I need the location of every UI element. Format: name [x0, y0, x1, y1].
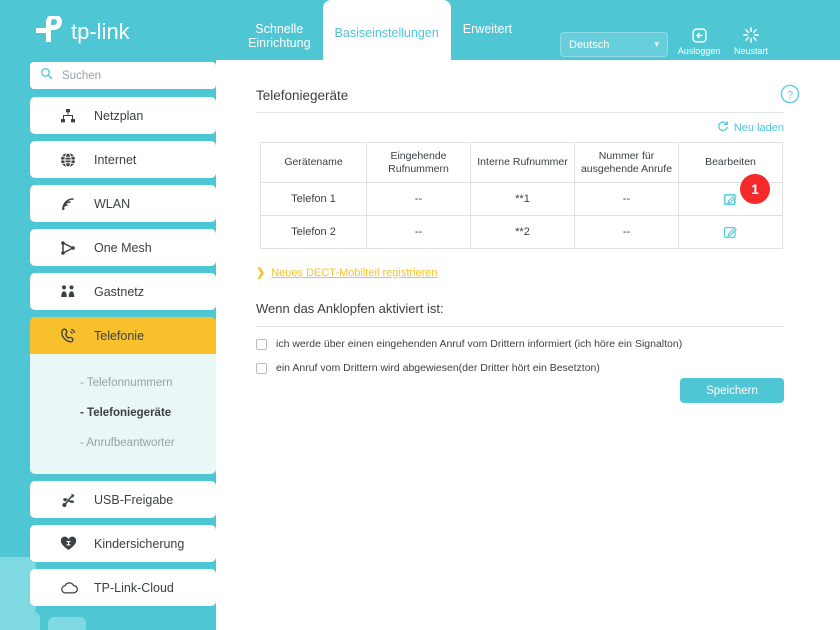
checkbox-reject-third-party[interactable] — [256, 362, 267, 374]
table-header-row: Gerätename Eingehende Rufnummern Interne… — [260, 142, 783, 183]
guest-network-icon — [60, 284, 86, 300]
telephony-devices-table: Gerätename Eingehende Rufnummern Interne… — [260, 142, 783, 249]
table-body: Telefon 1 -- **1 -- Telefon 2 -- **2 -- — [260, 182, 783, 249]
sidebar: Suchen Netzplan Internet WLAN One Mesh G… — [30, 62, 216, 613]
globe-icon — [60, 152, 86, 168]
step-badge-1: 1 — [740, 174, 770, 204]
decorative-shape-left-small — [0, 612, 40, 630]
mesh-icon — [60, 240, 86, 256]
reboot-button[interactable]: Neustart — [724, 26, 778, 56]
logout-label: Ausloggen — [677, 46, 721, 56]
wifi-icon — [60, 196, 86, 212]
cell-edit — [678, 215, 783, 249]
tp-link-wordmark: tp-link — [71, 19, 131, 44]
cell-internal-number: **2 — [470, 215, 575, 249]
cell-internal-number: **1 — [470, 182, 575, 216]
save-button[interactable]: Speichern — [680, 378, 784, 403]
column-header-bearbeiten: Bearbeiten — [678, 142, 783, 183]
sidebar-subitem-anrufbeantworter[interactable]: - Anrufbeantworter — [30, 428, 216, 458]
help-icon[interactable]: ? — [780, 84, 800, 109]
sidebar-item-wlan[interactable]: WLAN — [30, 185, 216, 222]
sidebar-item-label: USB-Freigabe — [94, 492, 174, 507]
column-header-nummer-ausgehende-anrufe: Nummer für ausgehende Anrufe — [574, 142, 679, 183]
logout-button[interactable]: Ausloggen — [672, 26, 726, 56]
tp-link-logo-icon — [36, 16, 62, 42]
column-header-eingehende-rufnummern: Eingehende Rufnummern — [366, 142, 471, 183]
cell-incoming-numbers: -- — [366, 182, 471, 216]
cloud-icon — [60, 581, 86, 595]
cell-device-name: Telefon 1 — [260, 182, 367, 216]
section-title-call-waiting: Wenn das Anklopfen aktiviert ist: — [256, 301, 444, 316]
sidebar-item-telefonie[interactable]: Telefonie — [30, 317, 216, 354]
sidebar-item-label: Kindersicherung — [94, 536, 185, 551]
register-dect-handset-label: Neues DECT-Mobilteil registrieren — [271, 266, 438, 279]
logout-icon — [691, 26, 708, 44]
chevron-right-icon: ❯ — [256, 267, 266, 279]
svg-text:tp-link: tp-link — [71, 19, 131, 44]
parental-control-icon — [60, 536, 86, 552]
tab-erweitert[interactable]: Erweitert — [451, 0, 524, 60]
sidebar-subitem-telefoniegeraete[interactable]: - Telefoniegeräte — [30, 398, 216, 428]
reload-label: Neu laden — [733, 121, 784, 134]
tab-basiseinstellungen[interactable]: Basiseinstellungen — [322, 0, 451, 60]
checkbox-label: ein Anruf vom Drittern wird abgewiesen(d… — [276, 362, 600, 374]
reboot-icon — [742, 26, 760, 44]
search-placeholder: Suchen — [62, 69, 102, 82]
search-icon — [40, 67, 53, 85]
search-input[interactable]: Suchen — [30, 62, 216, 89]
sidebar-item-label: WLAN — [94, 196, 131, 211]
sidebar-item-usb-freigabe[interactable]: USB-Freigabe — [30, 481, 216, 518]
tab-schnelle-einrichtung[interactable]: Schnelle Einrichtung — [236, 0, 323, 60]
sidebar-item-label: Netzplan — [94, 108, 144, 123]
refresh-icon — [717, 120, 729, 135]
network-map-icon — [60, 108, 86, 124]
sidebar-subitem-telefonnummern[interactable]: - Telefonnummern — [30, 368, 216, 398]
cell-device-name: Telefon 2 — [260, 215, 367, 249]
edit-icon[interactable] — [723, 225, 738, 240]
sidebar-item-internet[interactable]: Internet — [30, 141, 216, 178]
svg-text:?: ? — [787, 89, 793, 101]
language-value: Deutsch — [569, 38, 610, 51]
checkbox-row-reject-third-party[interactable]: ein Anruf vom Drittern wird abgewiesen(d… — [256, 362, 600, 374]
decorative-shape-under-sidebar — [48, 617, 86, 630]
table-row: Telefon 1 -- **1 -- — [260, 182, 783, 216]
app-header: tp-link Schnelle Einrichtung Basiseinste… — [0, 0, 840, 60]
sidebar-item-label: Internet — [94, 152, 137, 167]
table-row: Telefon 2 -- **2 -- — [260, 215, 783, 249]
sidebar-item-gastnetz[interactable]: Gastnetz — [30, 273, 216, 310]
tp-link-logo: tp-link — [32, 16, 157, 48]
router-admin-page: tp-link Schnelle Einrichtung Basiseinste… — [0, 0, 840, 630]
reload-button[interactable]: Neu laden — [690, 120, 784, 135]
telefonie-submenu: - Telefonnummern - Telefoniegeräte - Anr… — [30, 354, 216, 474]
cell-outgoing-number: -- — [574, 215, 679, 249]
sidebar-item-label: Gastnetz — [94, 284, 145, 299]
cell-outgoing-number: -- — [574, 182, 679, 216]
sidebar-item-label: One Mesh — [94, 240, 152, 255]
register-dect-handset-link[interactable]: ❯ Neues DECT-Mobilteil registrieren — [256, 266, 438, 280]
main-content-panel: Telefoniegeräte ? Neu laden Gerätename E — [216, 60, 840, 630]
checkbox-label: ich werde über einen eingehenden Anruf v… — [276, 338, 683, 350]
sidebar-item-label: TP-Link-Cloud — [94, 580, 174, 595]
page-title: Telefoniegeräte — [256, 88, 349, 103]
table-header: Gerätename Eingehende Rufnummern Interne… — [260, 142, 783, 183]
language-select[interactable]: Deutsch ▾ — [560, 32, 668, 57]
section-divider — [256, 326, 784, 327]
main-tabs: Schnelle Einrichtung Basiseinstellungen … — [236, 0, 524, 60]
sidebar-item-one-mesh[interactable]: One Mesh — [30, 229, 216, 266]
sidebar-item-netzplan[interactable]: Netzplan — [30, 97, 216, 134]
sidebar-item-label: Telefonie — [94, 328, 145, 343]
checkbox-row-notify-signal-tone[interactable]: ich werde über einen eingehenden Anruf v… — [256, 338, 682, 350]
sidebar-item-tp-link-cloud[interactable]: TP-Link-Cloud — [30, 569, 216, 606]
sidebar-item-kindersicherung[interactable]: Kindersicherung — [30, 525, 216, 562]
reboot-label: Neustart — [733, 46, 768, 56]
edit-icon[interactable] — [723, 192, 738, 207]
checkbox-notify-signal-tone[interactable] — [256, 338, 267, 350]
title-divider — [256, 112, 784, 113]
phone-icon — [60, 327, 86, 344]
usb-icon — [60, 492, 86, 508]
column-header-interne-rufnummer: Interne Rufnummer — [470, 142, 575, 183]
chevron-down-icon: ▾ — [654, 39, 659, 49]
column-header-geraetename: Gerätename — [260, 142, 367, 183]
cell-incoming-numbers: -- — [366, 215, 471, 249]
